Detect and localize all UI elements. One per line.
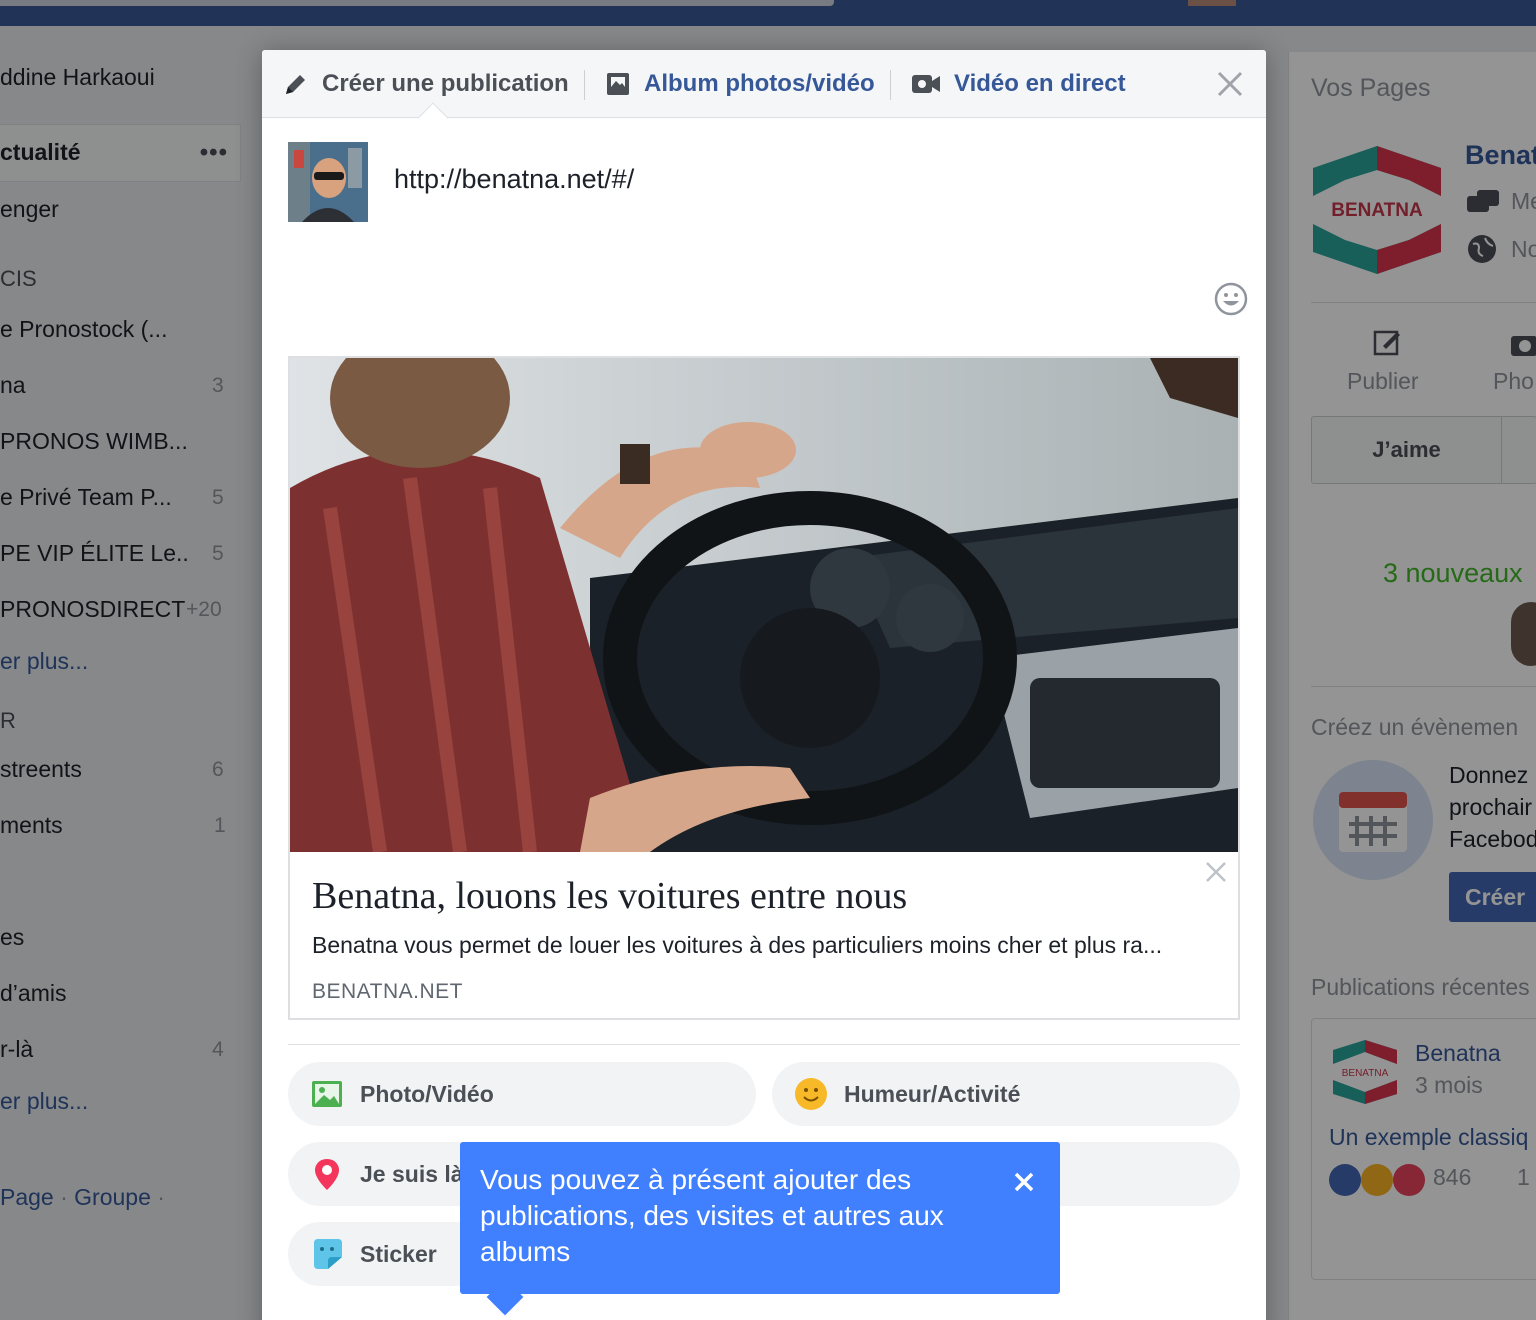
tooltip-text: Vous pouvez à présent ajouter des public… (480, 1164, 944, 1267)
tab-live-label: Vidéo en direct (954, 70, 1126, 97)
link-preview-image (290, 358, 1238, 852)
tab-live-video[interactable]: Vidéo en direct (912, 50, 1126, 118)
link-preview-domain: BENATNA.NET (312, 980, 463, 1003)
feeling-activity-label: Humeur/Activité (844, 1080, 1021, 1107)
avatar (288, 142, 368, 222)
video-camera-icon (912, 75, 940, 93)
tab-create-label: Créer une publication (322, 70, 569, 97)
close-tooltip-icon[interactable] (1012, 1170, 1036, 1194)
tab-album[interactable]: Album photos/vidéo (606, 50, 875, 118)
photo-video-label: Photo/Vidéo (360, 1080, 494, 1107)
tab-separator (890, 70, 891, 100)
link-preview-description: Benatna vous permet de louer les voiture… (312, 932, 1163, 958)
add-photo-video-button[interactable]: Photo/Vidéo (288, 1062, 756, 1126)
sticker-button[interactable]: Sticker (288, 1222, 488, 1286)
tab-album-label: Album photos/vidéo (644, 70, 875, 97)
tab-separator (584, 70, 585, 100)
composer-tabs: Créer une publication Album photos/vidéo… (262, 50, 1266, 118)
sticker-label: Sticker (360, 1240, 437, 1267)
divider (288, 1044, 1240, 1045)
sticker-icon (314, 1239, 342, 1269)
location-pin-icon (315, 1159, 339, 1190)
album-tip-tooltip: Vous pouvez à présent ajouter des public… (460, 1142, 1060, 1294)
link-preview-title: Benatna, louons les voitures entre nous (312, 875, 908, 917)
close-icon[interactable] (1216, 70, 1244, 98)
feeling-activity-button[interactable]: Humeur/Activité (772, 1062, 1240, 1126)
pencil-icon (286, 75, 305, 94)
check-in-label: Je suis là (360, 1160, 464, 1187)
smiley-icon (795, 1078, 827, 1110)
album-icon (607, 73, 629, 95)
emoji-icon[interactable] (1214, 282, 1248, 316)
user-photo (288, 142, 368, 222)
composer-dialog: Créer une publication Album photos/vidéo… (262, 50, 1266, 1320)
link-preview-card[interactable]: Benatna, louons les voitures entre nous … (288, 356, 1240, 1020)
post-text-input[interactable]: http://benatna.net/#/ (394, 164, 634, 195)
remove-preview-icon[interactable] (1204, 860, 1228, 884)
photo-icon (312, 1081, 342, 1107)
